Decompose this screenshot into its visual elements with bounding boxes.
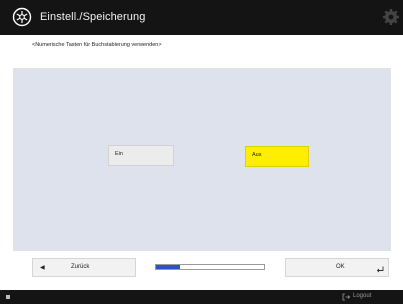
ok-button[interactable]: OK xyxy=(285,258,389,277)
status-bar: Logout xyxy=(0,290,403,304)
progress-fill xyxy=(156,265,180,269)
title-bar: Einstell./Speicherung xyxy=(0,0,403,35)
gear-icon[interactable] xyxy=(382,8,400,26)
back-label: Zurück xyxy=(71,264,90,270)
page-title: Einstell./Speicherung xyxy=(40,11,146,23)
status-indicator-icon xyxy=(6,295,10,299)
logout-icon[interactable] xyxy=(342,293,350,301)
option-ein-label: Ein xyxy=(115,151,123,157)
settings-register-icon xyxy=(12,7,32,27)
back-arrow-icon: ◀ xyxy=(40,265,45,271)
option-aus-label: Aus xyxy=(252,152,262,158)
instruction-text: <Numerische Tasten für Buchstabierung ve… xyxy=(32,42,162,48)
back-button[interactable]: ◀ Zurück xyxy=(32,258,136,277)
option-aus-button[interactable]: Aus xyxy=(245,146,309,167)
option-ein-button[interactable]: Ein xyxy=(108,145,174,166)
enter-icon xyxy=(376,266,384,273)
ok-label: OK xyxy=(336,264,345,270)
progress-bar xyxy=(155,264,265,270)
options-panel xyxy=(13,68,391,251)
logout-button[interactable]: Logout xyxy=(353,293,371,299)
